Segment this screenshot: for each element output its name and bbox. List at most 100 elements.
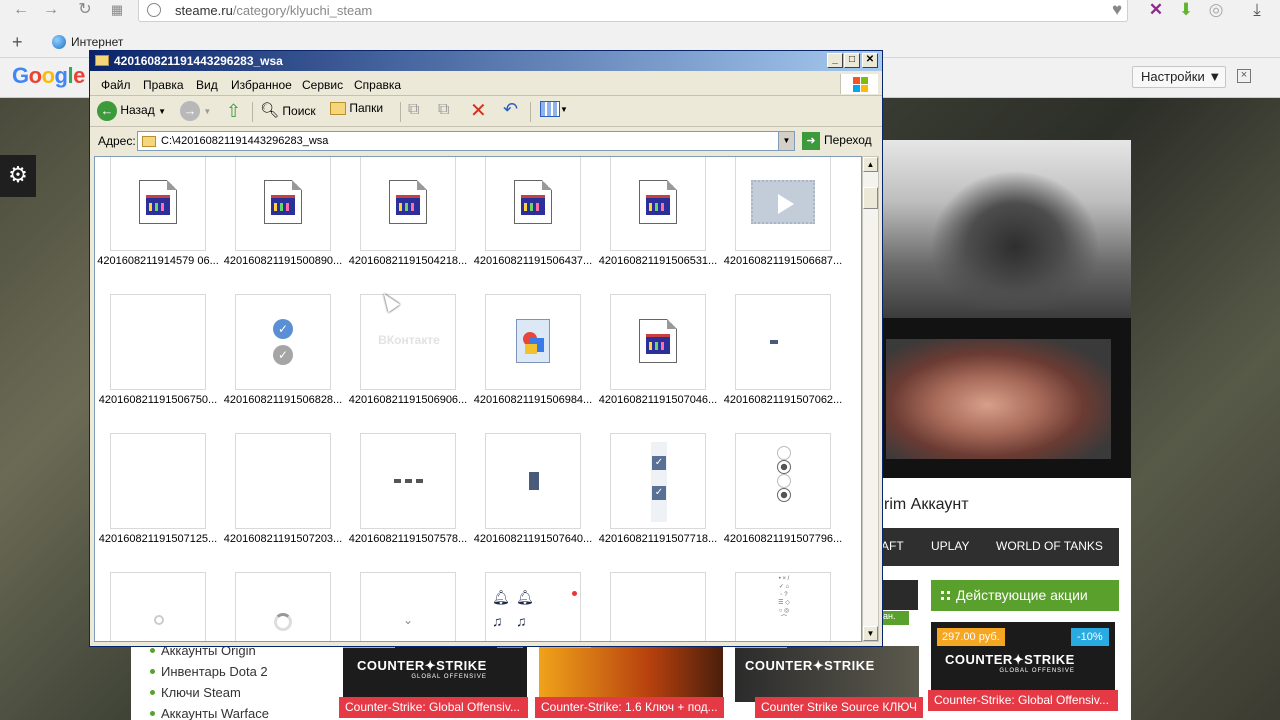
vertical-scrollbar[interactable]: ▲ ▼ (862, 156, 879, 642)
file-thumbnail[interactable] (610, 157, 706, 251)
google-logo[interactable]: Google (12, 63, 85, 89)
file-thumbnail[interactable]: ✓ ✓ (235, 294, 331, 390)
sidebar-link[interactable]: Ключи Steam (150, 685, 241, 700)
menu-tools[interactable]: Сервис (302, 78, 343, 92)
file-name[interactable]: 420160821191507796... (718, 533, 848, 545)
address-bar[interactable]: steame.ru/category/klyuchi_steam (138, 0, 1128, 22)
file-name[interactable]: 420160821191506531... (593, 255, 723, 267)
menu-favorites[interactable]: Избранное (231, 78, 292, 92)
views-button[interactable]: ▼ (540, 101, 568, 123)
sidebar-link[interactable]: Аккаунты Warface (150, 706, 269, 720)
file-thumbnail[interactable] (485, 433, 581, 529)
extension-circle-icon[interactable]: ◎ (1205, 0, 1227, 22)
file-thumbnail[interactable] (360, 433, 456, 529)
file-name[interactable]: 420160821191507062... (718, 394, 848, 406)
file-name[interactable]: 420160821191507578... (343, 533, 473, 545)
file-thumbnail[interactable]: • × / ✓ ⌂ ◦ ? ☰ ◇ ○ ◎ ⌒ (735, 572, 831, 641)
product-tile[interactable]: COUNTER✦STRIKE GLOBAL OFFENSIVE (343, 638, 527, 702)
copy-to-icon[interactable]: ⧉ (438, 101, 449, 123)
file-thumbnail[interactable] (610, 294, 706, 390)
file-thumbnail[interactable] (735, 157, 831, 251)
file-thumbnail[interactable] (360, 157, 456, 251)
minimize-button[interactable]: _ (827, 53, 843, 68)
file-thumbnail[interactable] (110, 294, 206, 390)
close-icon[interactable]: × (1237, 69, 1251, 83)
menu-view[interactable]: Вид (196, 78, 218, 92)
file-thumbnail[interactable]: 🔔︎ 🔔︎ ♫ ♫ (485, 572, 581, 641)
file-thumbnail[interactable] (485, 157, 581, 251)
product-tile[interactable] (539, 638, 723, 702)
download-arrow-icon[interactable]: ⬇ (1175, 0, 1197, 22)
file-name[interactable]: 420160821191506828... (218, 394, 348, 406)
category-item[interactable]: UPLAY (931, 539, 969, 553)
file-name[interactable]: 420160821191500890... (218, 255, 348, 267)
go-button[interactable]: ➜ Переход (802, 132, 872, 152)
delete-icon[interactable]: ✕ (470, 98, 487, 122)
favorite-heart-icon[interactable]: ♥ (1106, 0, 1128, 22)
file-thumbnail[interactable] (485, 294, 581, 390)
file-thumbnail[interactable] (735, 433, 831, 529)
file-name[interactable]: 4201608211914579 06... (95, 255, 223, 267)
up-folder-icon[interactable]: ⇧ (226, 101, 241, 123)
extension-x-icon[interactable]: ✕ (1145, 0, 1167, 22)
bookmark-internet[interactable]: Интернет (52, 35, 123, 49)
file-thumbnail[interactable] (110, 572, 206, 641)
product-tile[interactable]: COUNTER✦STRIKE (735, 638, 919, 702)
scroll-down-icon[interactable]: ▼ (863, 626, 878, 641)
file-thumbnail[interactable]: ⌄ (360, 572, 456, 641)
gear-icon[interactable]: ⚙ (0, 155, 36, 197)
title-bar[interactable]: 420160821191443296283_wsa _ □ ✕ (90, 51, 882, 71)
category-item[interactable]: AFT (881, 539, 904, 553)
scroll-up-icon[interactable]: ▲ (863, 157, 878, 172)
undo-icon[interactable]: ↶ (503, 99, 518, 121)
file-thumbnail[interactable]: ✓ ✓ (610, 433, 706, 529)
file-thumbnail[interactable] (110, 433, 206, 529)
menu-file[interactable]: Файл (101, 78, 131, 92)
site-info-icon[interactable] (147, 3, 161, 17)
product-label[interactable]: Counter-Strike: Global Offensiv... (928, 690, 1118, 711)
file-thumbnail[interactable] (110, 157, 206, 251)
chevron-down-icon[interactable]: ▼ (778, 132, 794, 150)
file-thumbnail[interactable] (735, 294, 831, 390)
folders-button[interactable]: Папки (330, 101, 383, 123)
settings-dropdown[interactable]: Настройки ▼ (1132, 66, 1226, 88)
back-arrow-icon[interactable]: ← (10, 0, 32, 22)
product-label[interactable]: Counter-Strike: Global Offensiv... (339, 697, 528, 718)
menu-edit[interactable]: Правка (143, 78, 184, 92)
file-name[interactable]: 420160821191507125... (95, 533, 223, 545)
category-item[interactable]: WORLD OF TANKS (996, 539, 1103, 553)
menu-help[interactable]: Справка (354, 78, 401, 92)
file-name[interactable]: 420160821191507640... (468, 533, 598, 545)
reload-icon[interactable]: ↻ (74, 0, 96, 22)
file-name[interactable]: 420160821191507718... (593, 533, 723, 545)
close-button[interactable]: ✕ (862, 53, 878, 68)
download-manager-icon[interactable]: ⤓ (1246, 0, 1268, 22)
file-name[interactable]: 420160821191507046... (593, 394, 723, 406)
forward-arrow-icon[interactable]: → (40, 0, 62, 22)
forward-button[interactable]: → ▼ (180, 101, 211, 123)
file-name[interactable]: 420160821191504218... (343, 255, 473, 267)
file-thumbnail[interactable] (235, 433, 331, 529)
sidebar-link[interactable]: Инвентарь Dota 2 (150, 664, 268, 679)
address-field[interactable]: C:\420160821191443296283_wsa ▼ (137, 131, 795, 151)
apps-grid-icon[interactable]: ▦ (106, 0, 128, 22)
scroll-thumb[interactable] (863, 187, 878, 209)
file-name[interactable]: 420160821191506750... (95, 394, 223, 406)
file-thumbnail[interactable]: ВКонтакте (360, 294, 456, 390)
file-name[interactable]: 420160821191506906... (343, 394, 473, 406)
file-name[interactable]: 420160821191506687... (718, 255, 848, 267)
promotions-button[interactable]: Действующие акции (931, 580, 1119, 611)
back-button[interactable]: ← Назад ▼ (97, 101, 166, 123)
file-name[interactable]: 420160821191507203... (218, 533, 348, 545)
move-to-icon[interactable]: ⧉ (408, 101, 419, 123)
file-thumbnail[interactable] (235, 157, 331, 251)
file-thumbnail[interactable] (610, 572, 706, 641)
product-label[interactable]: Counter-Strike: 1.6 Ключ + под... (535, 697, 724, 718)
file-name[interactable]: 420160821191506984... (468, 394, 598, 406)
new-tab-button[interactable]: + (12, 32, 23, 53)
search-button[interactable]: 🔍︎ Поиск (260, 101, 316, 123)
product-label[interactable]: Counter Strike Source КЛЮЧ (755, 697, 923, 718)
maximize-button[interactable]: □ (844, 53, 860, 68)
file-thumbnail[interactable] (235, 572, 331, 641)
file-name[interactable]: 420160821191506437... (468, 255, 598, 267)
